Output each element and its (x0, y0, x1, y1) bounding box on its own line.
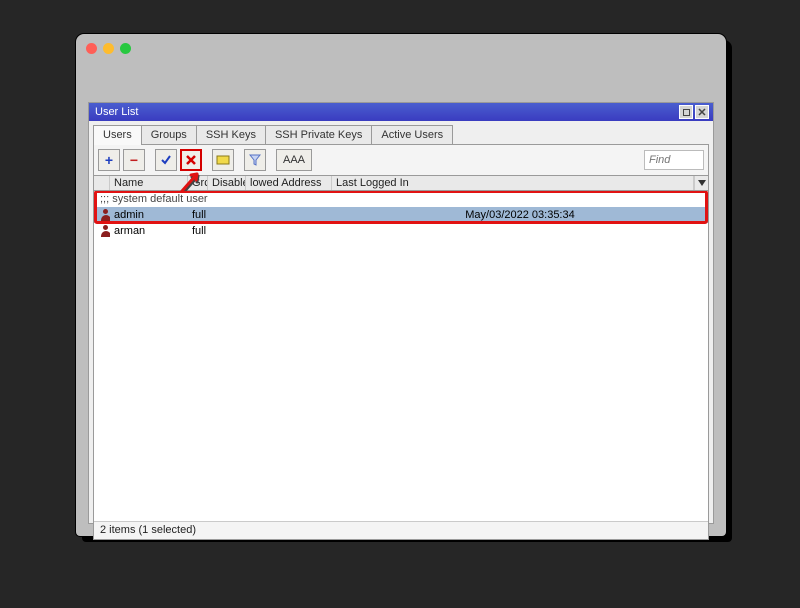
cell-group: full (188, 225, 246, 237)
mac-titlebar (76, 34, 726, 62)
x-icon (185, 154, 197, 166)
user-list-window: User List ✕ Users Groups SSH Keys SSH Pr… (88, 102, 714, 524)
comment-text: ;;; system default user (94, 193, 212, 205)
tab-ssh-keys[interactable]: SSH Keys (196, 125, 266, 144)
user-icon (101, 225, 110, 237)
minus-icon: − (130, 152, 138, 168)
tab-active-users[interactable]: Active Users (371, 125, 453, 144)
col-last-logged[interactable]: Last Logged In (332, 176, 694, 190)
funnel-icon (249, 154, 261, 166)
enable-button[interactable] (155, 149, 177, 171)
filter-button[interactable] (244, 149, 266, 171)
tab-ssh-private-keys[interactable]: SSH Private Keys (265, 125, 372, 144)
cell-last-logged: May/03/2022 03:35:34 (332, 209, 708, 221)
traffic-light-minimize[interactable] (103, 43, 114, 54)
col-group[interactable]: Grc (188, 176, 208, 190)
aaa-button[interactable]: AAA (276, 149, 312, 171)
cell-name: admin (110, 209, 188, 221)
col-name[interactable]: Name (110, 176, 188, 190)
toolbar: + − AAA (94, 145, 708, 175)
note-icon (216, 154, 230, 166)
table-row[interactable]: arman full (94, 223, 708, 239)
find-box (644, 150, 704, 170)
col-disable[interactable]: Disable (208, 176, 246, 190)
tab-users[interactable]: Users (93, 125, 142, 145)
user-icon (101, 209, 110, 221)
disable-button[interactable] (180, 149, 202, 171)
cell-name: arman (110, 225, 188, 237)
tab-bar: Users Groups SSH Keys SSH Private Keys A… (89, 121, 713, 144)
chevron-down-icon (698, 180, 706, 186)
window-close-button[interactable]: ✕ (695, 105, 709, 119)
column-headers: Name Grc Disable lowed Address Last Logg… (94, 175, 708, 191)
plus-icon: + (105, 152, 113, 168)
traffic-light-close[interactable] (86, 43, 97, 54)
col-flag[interactable] (94, 176, 110, 190)
comment-row: ;;; system default user (94, 191, 708, 207)
window-restore-button[interactable] (679, 105, 693, 119)
remove-button[interactable]: − (123, 149, 145, 171)
col-allowed-address[interactable]: lowed Address (246, 176, 332, 190)
check-icon (160, 154, 172, 166)
tab-groups[interactable]: Groups (141, 125, 197, 144)
column-menu-button[interactable] (694, 176, 708, 190)
rows: ;;; system default user admin full May/0… (94, 191, 708, 521)
find-input[interactable] (644, 150, 704, 170)
comment-button[interactable] (212, 149, 234, 171)
add-button[interactable]: + (98, 149, 120, 171)
window-title: User List (95, 106, 138, 118)
application-window: User List ✕ Users Groups SSH Keys SSH Pr… (76, 34, 726, 536)
cell-group: full (188, 209, 246, 221)
traffic-light-zoom[interactable] (120, 43, 131, 54)
table-row[interactable]: admin full May/03/2022 03:35:34 (94, 207, 708, 223)
status-bar: 2 items (1 selected) (94, 521, 708, 539)
window-titlebar: User List ✕ (89, 103, 713, 121)
panel: + − AAA (93, 144, 709, 540)
